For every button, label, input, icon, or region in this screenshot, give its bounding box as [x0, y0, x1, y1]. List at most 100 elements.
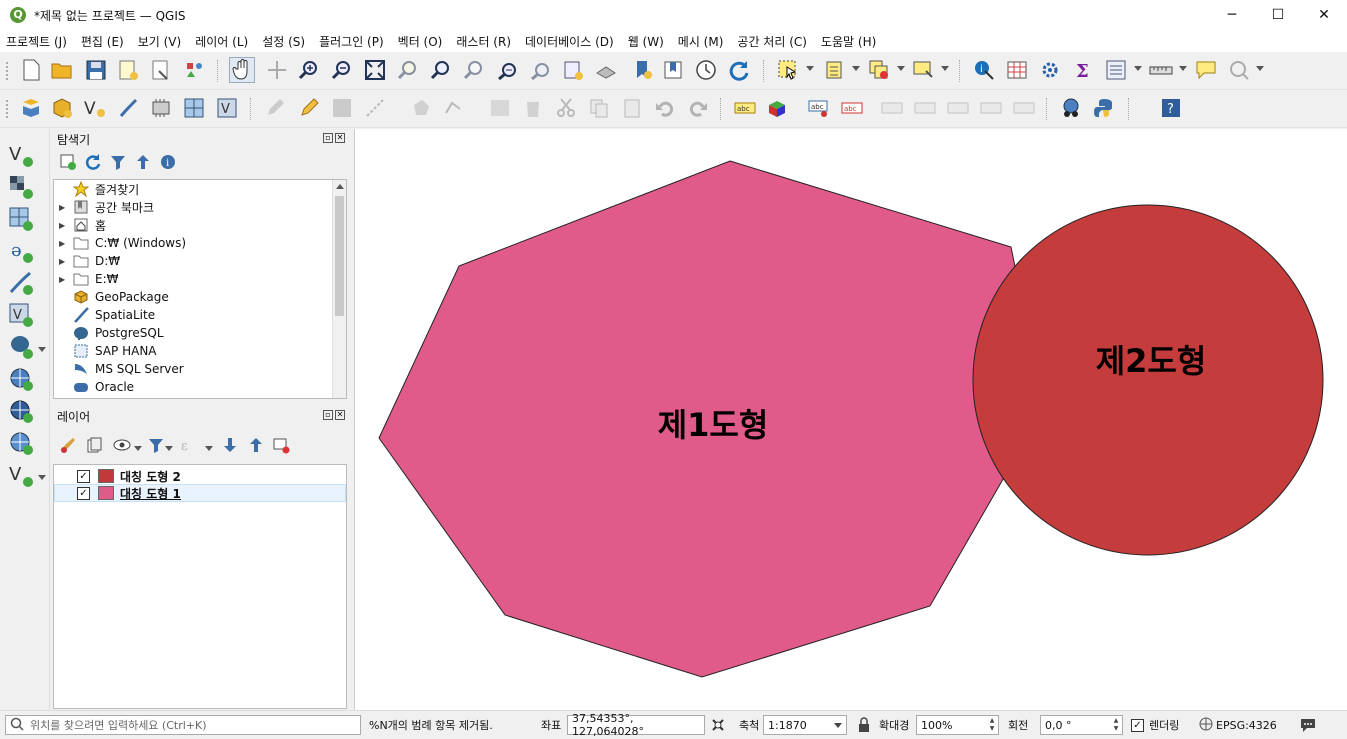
close-panel-icon[interactable]: ✕ [335, 410, 345, 420]
tree-item-oracle[interactable]: Oracle [54, 378, 332, 396]
visibility-dropdown-icon[interactable] [134, 446, 142, 451]
scale-combobox[interactable]: 1:1870 [763, 715, 847, 735]
menu-edit[interactable]: 편집 (E) [81, 33, 124, 50]
menu-processing[interactable]: 공간 처리 (C) [737, 33, 807, 50]
move-label-icon[interactable] [879, 95, 905, 121]
select-by-value-dropdown-icon[interactable] [852, 66, 860, 71]
expand-arrow-icon[interactable]: ▶ [59, 203, 73, 212]
zoom-native-icon[interactable] [461, 57, 487, 83]
expand-arrow-icon[interactable]: ▶ [59, 257, 73, 266]
diagram-toolbar-icon[interactable] [765, 95, 791, 121]
new-project-icon[interactable] [18, 57, 44, 83]
layer-visibility-checkbox[interactable]: ✓ [77, 486, 90, 500]
zoom-to-selection-icon[interactable] [395, 57, 421, 83]
deselect-dropdown-icon[interactable] [897, 66, 905, 71]
manage-visibility-icon[interactable] [111, 434, 133, 456]
filter-dropdown-icon[interactable] [165, 446, 173, 451]
expand-arrow-icon[interactable]: ▶ [59, 239, 73, 248]
cut-features-icon[interactable] [553, 95, 579, 121]
remove-layer-icon[interactable] [270, 434, 292, 456]
layer-item[interactable]: ✓ 대칭 도형 2 [54, 467, 346, 485]
scrollbar-thumb[interactable] [335, 196, 344, 316]
menu-database[interactable]: 데이터베이스 (D) [525, 33, 614, 50]
expression-dropdown-icon[interactable] [205, 446, 213, 451]
menu-help[interactable]: 도움말 (H) [821, 33, 876, 50]
paste-features-icon[interactable] [619, 95, 645, 121]
expand-arrow-icon[interactable]: ▶ [59, 275, 73, 284]
tree-item-geopackage[interactable]: GeoPackage [54, 288, 332, 306]
new-shapefile-icon[interactable]: V [82, 95, 108, 121]
coordinate-field[interactable]: 37,54353°, 127,064028° [567, 712, 705, 738]
new-map-view-icon[interactable] [560, 57, 586, 83]
add-selected-layers-icon[interactable] [57, 151, 79, 173]
pan-to-selection-icon[interactable] [264, 57, 290, 83]
add-spatialite-icon[interactable] [7, 269, 35, 297]
locator-search-input[interactable]: 위치를 찾으려면 입력하세요 (Ctrl+K) [5, 715, 361, 735]
menu-mesh[interactable]: 메시 (M) [678, 33, 724, 50]
help-icon[interactable]: ? [1158, 95, 1184, 121]
menu-plugins[interactable]: 플러그인 (P) [319, 33, 384, 50]
layer-item-selected[interactable]: ✓ 대칭 도형 1 [54, 484, 346, 502]
new-print-layout-icon[interactable] [115, 57, 141, 83]
digitize-icon[interactable] [362, 95, 388, 121]
add-wms-layer-icon[interactable] [7, 365, 35, 393]
crs-button[interactable]: EPSG:4326 [1199, 715, 1277, 735]
spinner-arrows-icon[interactable]: ▲ ▼ [987, 717, 997, 733]
menu-settings[interactable]: 설정 (S) [262, 33, 305, 50]
toolbar-grip[interactable] [6, 62, 9, 80]
zoom-last-icon[interactable] [494, 57, 520, 83]
scroll-up-icon[interactable] [336, 184, 344, 189]
map-canvas[interactable]: 제1도형 제2도형 [354, 129, 1347, 710]
add-tile-dropdown-icon[interactable] [38, 475, 46, 480]
spinner-arrows-icon[interactable]: ▲ ▼ [1111, 717, 1121, 733]
float-panel-icon[interactable]: ▫ [323, 410, 333, 420]
expand-all-icon[interactable] [219, 434, 241, 456]
layer-styling-icon[interactable] [57, 434, 79, 456]
undo-icon[interactable] [652, 95, 678, 121]
refresh-icon[interactable] [726, 57, 752, 83]
add-db-dropdown-icon[interactable] [38, 347, 46, 352]
filter-browser-icon[interactable] [107, 151, 129, 173]
style-manager-icon[interactable] [181, 57, 207, 83]
layout-manager-icon[interactable] [148, 57, 174, 83]
map-tips-icon[interactable] [1193, 57, 1219, 83]
new-bookmark-icon[interactable] [630, 57, 656, 83]
temporal-controller-icon[interactable] [693, 57, 719, 83]
new-temporary-layer-icon[interactable] [181, 95, 207, 121]
maximize-button[interactable]: ☐ [1255, 0, 1301, 30]
select-location-dropdown-icon[interactable] [941, 66, 949, 71]
add-virtual-layer-icon[interactable]: V [7, 301, 35, 329]
redo-icon[interactable] [685, 95, 711, 121]
add-polygon-icon[interactable] [408, 95, 434, 121]
processing-toolbox-icon[interactable] [1037, 57, 1063, 83]
zoom-to-layer-icon[interactable] [428, 57, 454, 83]
new-spatialite-icon[interactable] [115, 95, 141, 121]
data-source-manager-icon[interactable] [18, 95, 44, 121]
save-project-icon[interactable] [83, 57, 109, 83]
menu-raster[interactable]: 래스터 (R) [456, 33, 511, 50]
change-label-icon[interactable] [945, 95, 971, 121]
add-raster-layer-icon[interactable] [7, 173, 35, 201]
messages-icon[interactable] [1299, 715, 1317, 735]
tree-item-postgresql[interactable]: PostgreSQL [54, 324, 332, 342]
render-checkbox-box[interactable]: ✓ [1131, 718, 1144, 732]
tree-item-favorites[interactable]: 즐겨찾기 [54, 180, 332, 198]
lock-scale-icon[interactable] [857, 715, 871, 735]
add-vector-tile-icon[interactable]: V [7, 461, 35, 489]
map-svg[interactable]: 제1도형 제2도형 [355, 129, 1347, 710]
zoom-out-icon[interactable] [329, 57, 355, 83]
copy-features-icon[interactable] [586, 95, 612, 121]
rotation-spinbox[interactable]: 0,0 ° ▲ ▼ [1040, 715, 1123, 735]
add-wcs-layer-icon[interactable] [7, 429, 35, 457]
pan-map-icon[interactable] [229, 57, 255, 83]
refresh-browser-icon[interactable] [82, 151, 104, 173]
save-edits-icon[interactable] [329, 95, 355, 121]
tree-item-spatial-bookmarks[interactable]: ▶ 공간 북마크 [54, 198, 332, 216]
identify-features-icon[interactable]: i [971, 57, 997, 83]
measure-line-icon[interactable] [1148, 57, 1174, 83]
menu-layer[interactable]: 레이어 (L) [195, 33, 248, 50]
close-button[interactable]: ✕ [1301, 0, 1347, 30]
filter-legend-icon[interactable] [145, 434, 167, 456]
float-panel-icon[interactable]: ▫ [323, 133, 333, 143]
show-hide-labels-icon[interactable] [978, 95, 1004, 121]
